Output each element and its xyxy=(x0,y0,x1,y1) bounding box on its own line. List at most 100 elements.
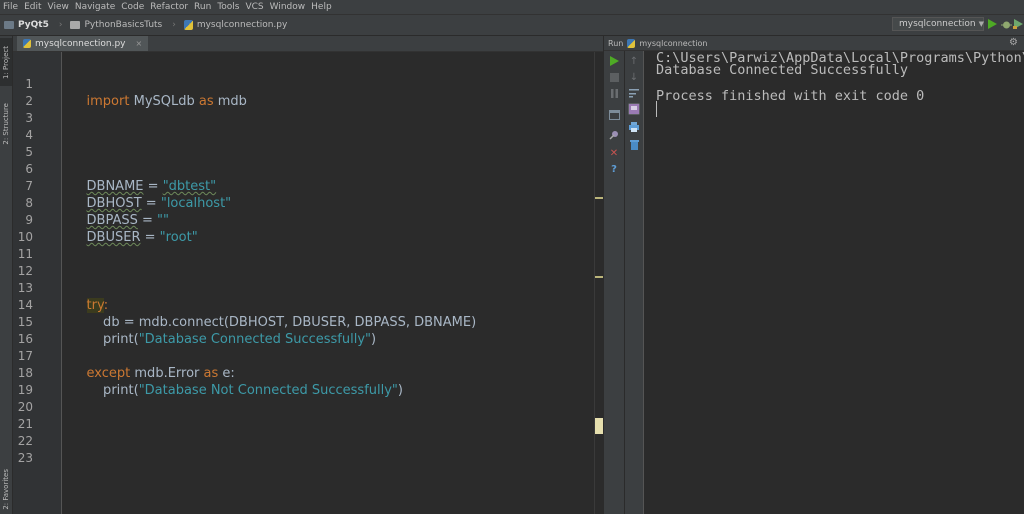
menu-help[interactable]: Help xyxy=(308,0,335,14)
line-number: 7 xyxy=(25,179,33,193)
folder-icon xyxy=(4,21,14,29)
coverage-button[interactable] xyxy=(1012,17,1024,31)
menu-edit[interactable]: Edit xyxy=(21,0,44,14)
menu-navigate[interactable]: Navigate xyxy=(72,0,118,14)
menu-window[interactable]: Window xyxy=(267,0,309,14)
line-number: 15 xyxy=(17,315,33,329)
code-token: DBUSER xyxy=(86,230,141,245)
editor-tab-bar: mysqlconnection.py × xyxy=(13,36,603,52)
line-number: 23 xyxy=(17,451,33,465)
menu-tools[interactable]: Tools xyxy=(214,0,242,14)
scroll-marker[interactable] xyxy=(595,197,603,199)
line-number: 5 xyxy=(25,145,33,159)
trash-icon xyxy=(629,140,639,150)
stop-button[interactable] xyxy=(608,71,620,83)
chevron-right-icon: › xyxy=(58,20,63,30)
debug-button[interactable] xyxy=(1000,17,1012,31)
pause-icon xyxy=(610,88,618,98)
line-number: 17 xyxy=(17,349,33,363)
run-button[interactable] xyxy=(986,17,998,31)
run-panel-header: Run mysqlconnection ⚙ xyxy=(604,36,1024,51)
menu-view[interactable]: View xyxy=(45,0,72,14)
code-token: import xyxy=(86,94,130,109)
arrow-up-icon[interactable]: ↑ xyxy=(628,55,640,67)
menu-code[interactable]: Code xyxy=(118,0,147,14)
tab-structure[interactable]: 2: Structure xyxy=(0,98,12,150)
code-editor[interactable]: import MySQLdb as mdb DBNAME = "dbtest" … xyxy=(62,52,594,514)
code-line-14: db = mdb.connect(DBHOST, DBUSER, DBPASS,… xyxy=(70,297,476,330)
wrap-icon xyxy=(629,89,639,98)
line-number: 4 xyxy=(25,128,33,142)
code-line-17: except mdb.Error as e: xyxy=(70,348,235,381)
menu-refactor[interactable]: Refactor xyxy=(147,0,191,14)
console-line: Database Connected Successfully xyxy=(656,62,908,78)
line-number: 16 xyxy=(17,332,33,346)
code-line-9: DBUSER = "root" xyxy=(70,212,198,245)
code-line-15: print("Database Connected Successfully") xyxy=(70,314,376,347)
code-token: "localhost" xyxy=(160,196,232,211)
editor-tab-mysqlconnection[interactable]: mysqlconnection.py × xyxy=(17,36,149,51)
text-cursor xyxy=(656,101,657,117)
breadcrumb-project[interactable]: PyQt5 › xyxy=(0,20,66,30)
line-number: 20 xyxy=(17,400,33,414)
pause-button[interactable] xyxy=(608,87,620,99)
scroll-end-icon xyxy=(629,104,639,114)
scroll-marker[interactable] xyxy=(595,276,603,278)
menu-vcs[interactable]: VCS xyxy=(242,0,266,14)
tab-project[interactable]: 1: Project xyxy=(0,38,12,86)
menu-file[interactable]: File xyxy=(0,0,21,14)
gear-icon[interactable]: ⚙ xyxy=(1009,37,1018,48)
line-number: 8 xyxy=(25,196,33,210)
restore-layout-button[interactable] xyxy=(608,109,620,121)
code-token: as xyxy=(198,94,214,109)
scroll-thumb[interactable] xyxy=(595,418,603,434)
help-icon[interactable]: ? xyxy=(608,163,620,175)
soft-wrap-button[interactable] xyxy=(628,87,640,99)
breadcrumb-file-label: mysqlconnection.py xyxy=(196,20,288,30)
play-icon xyxy=(610,56,619,66)
run-toolbar-secondary: ↑ ↓ xyxy=(625,51,644,514)
rerun-button[interactable] xyxy=(608,55,620,67)
tab-favorites[interactable]: 2: Favorites xyxy=(0,466,12,512)
scroll-to-end-button[interactable] xyxy=(628,103,640,115)
line-number: 10 xyxy=(17,230,33,244)
code-token: print( xyxy=(86,332,139,347)
code-line-13: try: xyxy=(70,280,108,313)
play-icon xyxy=(988,19,997,29)
run-panel-title: Run xyxy=(608,38,624,48)
pin-button[interactable] xyxy=(608,129,620,141)
line-number: 19 xyxy=(17,383,33,397)
print-button[interactable] xyxy=(628,121,640,133)
line-number: 18 xyxy=(17,366,33,380)
close-icon[interactable]: × xyxy=(135,39,142,48)
line-number: 22 xyxy=(17,434,33,448)
run-panel-config: mysqlconnection xyxy=(639,38,708,48)
line-number: 6 xyxy=(25,162,33,176)
code-token: "Database Connected Successfully" xyxy=(138,332,372,347)
menu-run[interactable]: Run xyxy=(191,0,214,14)
code-token: = xyxy=(140,230,160,245)
close-icon[interactable]: ✕ xyxy=(608,147,620,159)
tab-structure-label: 2: Structure xyxy=(2,103,10,145)
python-file-icon xyxy=(627,38,636,48)
breadcrumb-folder[interactable]: PythonBasicsTuts › xyxy=(66,20,179,30)
code-token: mdb xyxy=(213,94,247,109)
breadcrumb-file[interactable]: mysqlconnection.py xyxy=(180,20,291,30)
python-file-icon xyxy=(183,20,193,30)
arrow-down-icon[interactable]: ↓ xyxy=(628,71,640,83)
code-line-1: import MySQLdb as mdb xyxy=(70,76,247,109)
clear-all-button[interactable] xyxy=(628,139,640,151)
tab-project-label: 1: Project xyxy=(2,45,10,79)
code-line-7: DBHOST = "localhost" xyxy=(70,178,232,211)
layout-icon xyxy=(608,110,620,120)
pin-icon xyxy=(609,131,618,140)
run-configuration-select[interactable]: mysqlconnection ▼ xyxy=(892,17,984,31)
run-toolbar: ✕ ? xyxy=(604,51,625,514)
chevron-right-icon: › xyxy=(172,20,176,30)
stop-icon xyxy=(609,72,619,82)
code-token: MySQLdb xyxy=(129,94,199,109)
editor-scrollbar[interactable] xyxy=(594,52,604,514)
editor-tab-label: mysqlconnection.py xyxy=(35,38,126,49)
run-console[interactable]: C:\Users\Parwiz\AppData\Local\Programs\P… xyxy=(644,51,1024,514)
chevron-down-icon: ▼ xyxy=(978,20,984,28)
